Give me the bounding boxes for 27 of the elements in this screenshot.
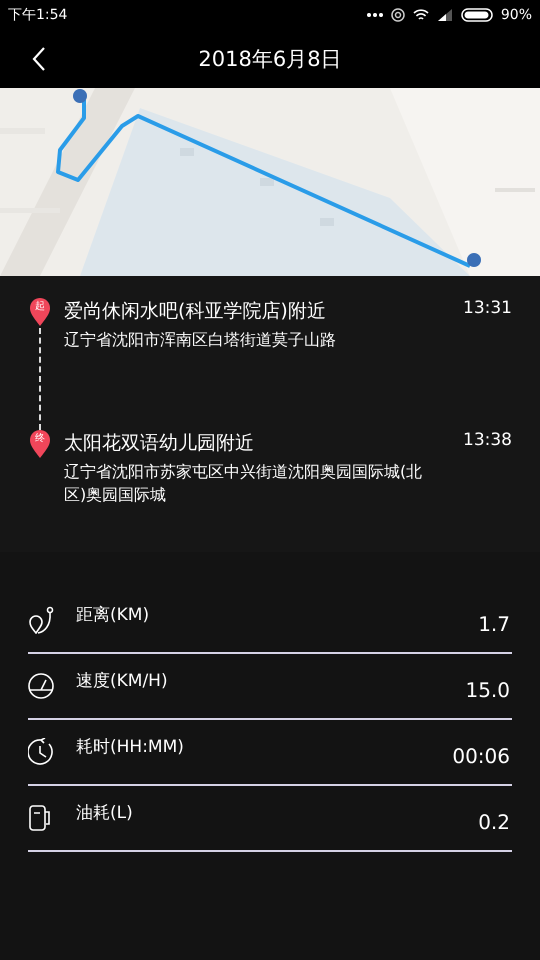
wifi-icon	[412, 9, 429, 21]
more-icon	[366, 13, 383, 17]
place-name: 爱尚休闲水吧(科亚学院店)附近	[64, 299, 327, 324]
stat-label: 速度(KM/H)	[76, 670, 168, 692]
speedometer-icon	[28, 672, 54, 700]
location-pin: 终	[29, 430, 51, 458]
stat-label: 耗时(HH:MM)	[76, 736, 184, 758]
battery-icon	[460, 8, 493, 22]
route-icon	[28, 606, 54, 634]
stop-time: 13:31	[463, 298, 512, 318]
clock-icon	[28, 738, 54, 766]
place-address: 辽宁省沈阳市苏家屯区中兴街道沈阳奥园国际城(北区)奥园国际城	[64, 461, 424, 506]
stop-time: 13:38	[463, 430, 512, 450]
place-name: 太阳花双语幼儿园附近	[64, 431, 255, 456]
stat-value: 15.0	[465, 678, 510, 702]
battery-percent: 90%	[500, 7, 532, 23]
hotspot-icon	[390, 8, 405, 22]
stat-label: 距离(KM)	[76, 604, 150, 626]
stat-label: 油耗(L)	[76, 802, 133, 824]
status-time: 下午1:54	[8, 6, 68, 24]
location-pin: 起	[29, 298, 51, 326]
place-address: 辽宁省沈阳市浑南区白塔街道莫子山路	[64, 329, 337, 351]
stat-value: 00:06	[452, 744, 510, 768]
stat-value: 1.7	[478, 612, 510, 636]
stat-value: 0.2	[478, 810, 510, 834]
page-title: 2018年6月8日	[198, 46, 342, 73]
signal-icon	[436, 9, 453, 21]
